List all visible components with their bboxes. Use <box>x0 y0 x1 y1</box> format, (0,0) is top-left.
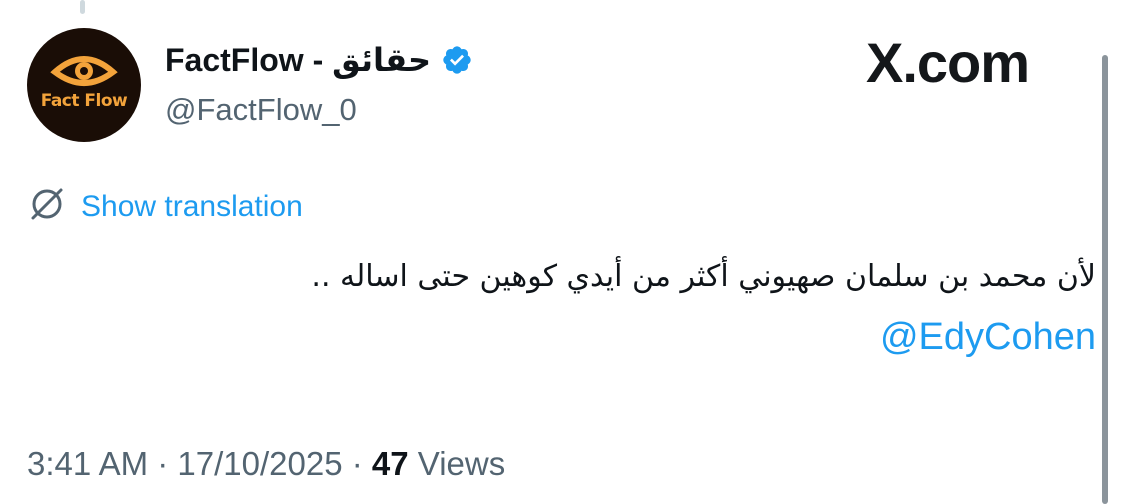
show-translation-label[interactable]: Show translation <box>81 186 303 228</box>
author-name-row[interactable]: FactFlow - حقائق <box>165 38 473 82</box>
tweet-text-line: لأن محمد بن سلمان صهيوني أكثر من أيدي كو… <box>311 259 1096 294</box>
eye-logo-icon <box>50 56 118 86</box>
thread-line <box>80 0 85 14</box>
tweet-text: لأن محمد بن سلمان صهيوني أكثر من أيدي كو… <box>36 250 1096 367</box>
mention-link[interactable]: @EdyCohen <box>880 310 1096 364</box>
show-translation-button[interactable]: Show translation <box>27 184 303 229</box>
views-label: Views <box>408 445 506 482</box>
author-display-name[interactable]: FactFlow - حقائق <box>165 38 431 82</box>
meta-separator: · <box>148 445 178 482</box>
author-handle[interactable]: @FactFlow_0 <box>165 88 357 132</box>
avatar-logo-text: Fact Flow <box>40 91 128 111</box>
views-count[interactable]: 47 <box>372 445 409 482</box>
tweet-meta: 3:41 AM · 17/10/2025 · 47 Views <box>27 442 505 486</box>
tweet-date[interactable]: 17/10/2025 <box>177 445 342 482</box>
verified-badge-icon[interactable] <box>441 44 473 76</box>
meta-separator: · <box>342 445 372 482</box>
brand-label: X.com <box>866 31 1030 94</box>
translate-icon <box>27 184 67 229</box>
brand-watermark: X.com <box>866 28 1030 98</box>
avatar[interactable]: Fact Flow <box>27 28 141 142</box>
scrollbar[interactable] <box>1102 55 1108 504</box>
tweet-time[interactable]: 3:41 AM <box>27 445 148 482</box>
